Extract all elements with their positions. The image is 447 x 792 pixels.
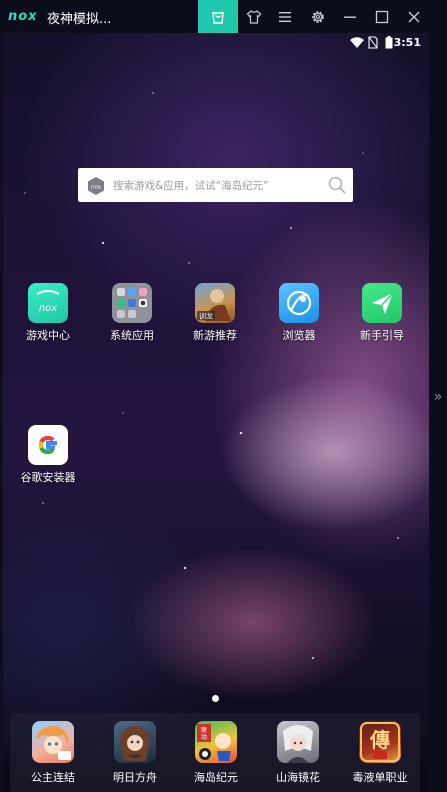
side-toolbar-rail[interactable]: » [429,33,447,792]
app-label: 毒液单职业 [352,771,408,784]
app-guide[interactable]: 新手引导 [346,283,418,343]
dock-app-princess-connect[interactable]: 公主连结 [13,721,93,785]
svg-text:训龙: 训龙 [199,312,213,321]
minimize-button[interactable] [334,0,366,33]
menu-button[interactable] [269,0,301,33]
island-era-icon: 联 动 [195,721,237,763]
search-input[interactable]: 搜索游戏&应用，试试“海岛纪元” [113,178,269,193]
app-label: 公主连结 [31,771,75,784]
app-system-apps[interactable]: 系统应用 [96,283,168,343]
app-label: 山海镜花 [276,771,320,784]
app-label: 明日方舟 [113,771,157,784]
emulator-window: nox 夜神模拟... 3:51 nox 搜索游戏&应用，试试“海岛纪元” no… [0,0,447,792]
app-browser[interactable]: 浏览器 [263,283,335,343]
close-button[interactable] [398,0,430,33]
nox-search-logo-icon: nox [88,177,104,195]
title-bar: nox 夜神模拟... [0,0,447,33]
nox-logo: nox [8,9,38,24]
gear-icon [312,10,324,23]
app-label: 游戏中心 [26,329,70,342]
status-time: 3:51 [393,36,421,49]
svg-text:联: 联 [201,726,207,734]
close-icon [408,11,420,22]
shanhai-jinghua-icon [277,721,319,763]
maximize-button[interactable] [366,0,398,33]
app-label: 浏览器 [282,329,316,342]
status-bar: 3:51 [3,33,429,53]
search-bar[interactable]: nox 搜索游戏&应用，试试“海岛纪元” [78,168,353,202]
app-label: 谷歌安装器 [20,471,76,484]
battery-icon [385,36,393,49]
android-home-screen[interactable]: 3:51 nox 搜索游戏&应用，试试“海岛纪元” nox 游戏中心 系统应用 … [3,33,429,792]
dock-app-venom-legend[interactable]: 傳 毒液单职业 [340,721,420,785]
svg-text:nox: nox [39,303,57,314]
no-sim-icon [368,36,378,49]
arknights-icon [114,721,156,763]
app-label: 新手引导 [360,329,404,342]
princess-connect-icon [32,721,74,763]
app-google-installer[interactable]: 谷歌安装器 [12,425,84,485]
system-apps-folder-icon [112,283,152,323]
guide-arrow-icon [362,283,402,323]
dock-app-arknights[interactable]: 明日方舟 [95,721,175,785]
app-label: 新游推荐 [193,329,237,342]
dock-app-island-era[interactable]: 联 动 海岛纪元 [176,721,256,785]
maximize-icon [375,10,389,23]
google-installer-icon [28,425,68,465]
app-store-button[interactable] [198,0,238,33]
minimize-icon [344,16,356,18]
page-indicator [212,695,219,702]
dock: 公主连结 明日方舟 联 动 海岛纪元 山海镜花 傳 毒液单职业 [10,713,420,792]
window-title: 夜神模拟... [47,12,112,27]
app-new-games[interactable]: 训龙 新游推荐 [179,283,251,343]
app-game-center[interactable]: nox 游戏中心 [12,283,84,343]
menu-icon [279,11,291,22]
shirt-icon [246,9,262,24]
search-icon[interactable] [327,175,347,195]
app-label: 海岛纪元 [194,771,238,784]
svg-text:nox: nox [91,185,102,191]
wallpaper-stars [24,92,399,724]
svg-text:动: 动 [201,734,207,741]
venom-legend-icon: 傳 [359,721,401,763]
wifi-icon [350,37,364,48]
shopping-bag-icon [212,11,224,24]
expand-chevron-icon[interactable]: » [429,389,447,405]
settings-button[interactable] [302,0,334,33]
browser-icon [279,283,319,323]
app-label: 系统应用 [110,329,154,342]
svg-text:傳: 傳 [369,728,390,752]
skin-button[interactable] [238,0,270,33]
new-games-icon: 训龙 [195,283,235,323]
nox-game-center-icon: nox [28,283,68,323]
dock-app-shanhai-jinghua[interactable]: 山海镜花 [258,721,338,785]
